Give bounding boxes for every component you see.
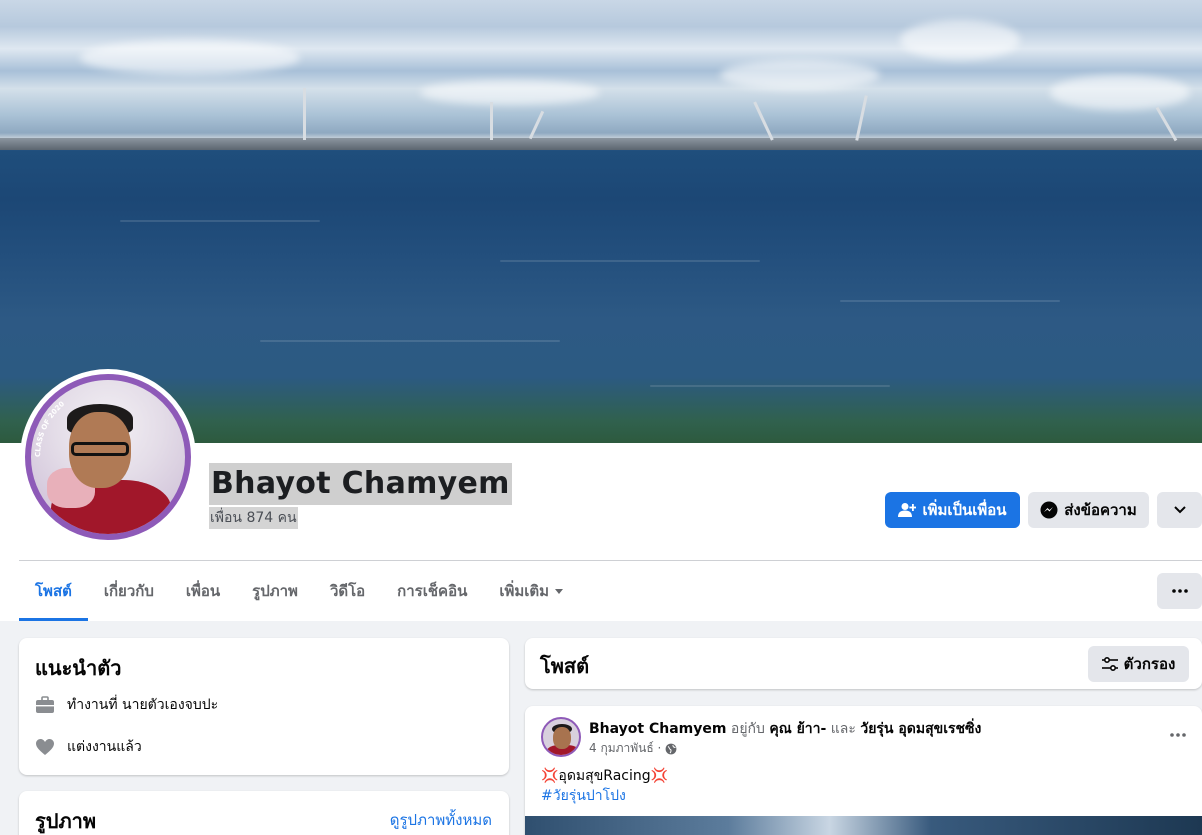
post-author-link[interactable]: Bhayot Chamyem [589, 721, 726, 737]
post-and-text: และ [830, 721, 856, 737]
tab-posts[interactable]: โพสต์ [19, 561, 88, 621]
intro-relationship: แต่งงานแล้ว [35, 736, 142, 758]
ellipsis-icon [1171, 589, 1188, 593]
message-label: ส่งข้อความ [1064, 501, 1137, 519]
tab-more[interactable]: เพิ่มเติม [483, 561, 579, 621]
photos-title: รูปภาพ [35, 809, 97, 833]
intro-relationship-text: แต่งงานแล้ว [67, 739, 142, 755]
photos-card: รูปภาพ ดูรูปภาพทั้งหมด [19, 791, 509, 835]
filter-label: ตัวกรอง [1123, 655, 1176, 673]
posts-title: โพสต์ [540, 654, 590, 678]
post-tagged-1[interactable]: คุณ ย้าา- [769, 721, 826, 737]
post-header-line: Bhayot Chamyem อยู่กับ คุณ ย้าา- และ วัย… [589, 718, 981, 740]
tabs-overflow-button[interactable] [1157, 573, 1202, 609]
tab-about[interactable]: เกี่ยวกับ [88, 561, 170, 621]
avatar-frame-text: CLASS OF 2020 [34, 400, 66, 457]
intro-work: ทำงานที่ นายตัวเองจบปะ [35, 694, 218, 716]
globe-icon [665, 743, 677, 754]
svg-text:CLASS OF 2020: CLASS OF 2020 [34, 400, 66, 457]
post-with-text: อยู่กับ [730, 721, 765, 737]
post-card: Bhayot Chamyem อยู่กับ คุณ ย้าา- และ วัย… [525, 706, 1202, 835]
intro-card: แนะนำตัว ทำงานที่ นายตัวเองจบปะ แต่งงานแ… [19, 638, 509, 775]
add-friend-label: เพิ่มเป็นเพื่อน [922, 501, 1007, 519]
tab-checkins[interactable]: การเช็คอิน [381, 561, 483, 621]
add-friend-button[interactable]: เพิ่มเป็นเพื่อน [885, 492, 1020, 528]
briefcase-icon [36, 696, 54, 713]
post-image[interactable] [525, 816, 1202, 835]
friends-count[interactable]: เพื่อน 874 คน [209, 507, 298, 529]
filter-sliders-icon [1101, 657, 1118, 671]
message-button[interactable]: ส่งข้อความ [1028, 492, 1149, 528]
post-date[interactable]: 4 กุมภาพันธ์ · [589, 739, 661, 758]
intro-title: แนะนำตัว [35, 656, 122, 680]
more-actions-button[interactable] [1157, 492, 1202, 528]
post-body: 💢อุดมสุขRacing💢 [541, 768, 669, 784]
post-author-avatar[interactable] [541, 717, 581, 757]
post-tagged-2[interactable]: วัยรุ่น อุดมสุขเรชซิ่ง [860, 721, 981, 737]
filter-button[interactable]: ตัวกรอง [1088, 646, 1189, 682]
ellipsis-icon [1170, 733, 1186, 737]
chevron-down-icon [1173, 506, 1186, 514]
profile-tabs: โพสต์ เกี่ยวกับ เพื่อน รูปภาพ วิดีโอ การ… [19, 561, 579, 621]
post-hashtag[interactable]: #วัยรุ่นปาโปง [541, 786, 626, 806]
profile-name: Bhayot Chamyem [209, 463, 512, 505]
posts-header-card: โพสต์ ตัวกรอง [525, 638, 1202, 689]
cover-photo[interactable] [0, 0, 1202, 443]
post-meta: 4 กุมภาพันธ์ · [589, 739, 677, 758]
tab-friends[interactable]: เพื่อน [170, 561, 236, 621]
tab-videos[interactable]: วิดีโอ [314, 561, 381, 621]
heart-icon [36, 739, 54, 755]
profile-avatar[interactable]: CLASS OF 2020 [25, 374, 191, 540]
add-friend-icon [898, 503, 917, 517]
tab-photos[interactable]: รูปภาพ [236, 561, 314, 621]
messenger-icon [1040, 501, 1058, 519]
caret-down-icon [555, 588, 564, 594]
intro-work-text: ทำงานที่ นายตัวเองจบปะ [67, 697, 219, 713]
post-options-button[interactable] [1170, 722, 1186, 741]
see-all-photos-link[interactable]: ดูรูปภาพทั้งหมด [390, 808, 492, 832]
